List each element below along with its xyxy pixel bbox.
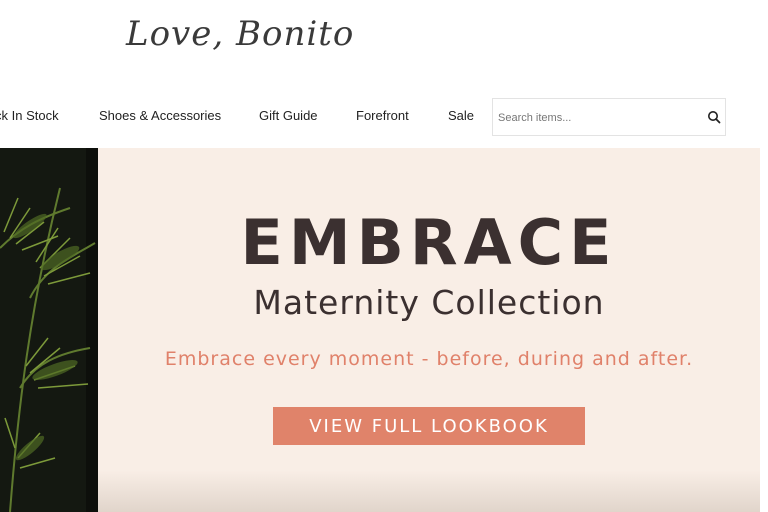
nav-item-shoes-accessories[interactable]: Shoes & Accessories: [99, 108, 221, 123]
view-lookbook-button[interactable]: VIEW FULL LOOKBOOK: [273, 407, 585, 445]
search-icon[interactable]: [707, 110, 721, 124]
brand-logo[interactable]: Love, Bonito: [126, 14, 354, 54]
nav-item-back-in-stock[interactable]: ck In Stock: [0, 108, 59, 123]
hero-title: EMBRACE: [240, 206, 618, 279]
nav-item-gift-guide[interactable]: Gift Guide: [259, 108, 318, 123]
hero-shadow: [98, 470, 760, 512]
palm-plant-photo: [0, 148, 98, 512]
nav-item-forefront[interactable]: Forefront: [356, 108, 409, 123]
search-box: [492, 98, 726, 136]
nav-item-sale[interactable]: Sale: [448, 108, 474, 123]
hero-tagline: Embrace every moment - before, during an…: [164, 348, 694, 370]
hero-banner: [0, 148, 760, 512]
hero-subtitle: Maternity Collection: [253, 283, 605, 322]
search-input[interactable]: [498, 109, 688, 127]
